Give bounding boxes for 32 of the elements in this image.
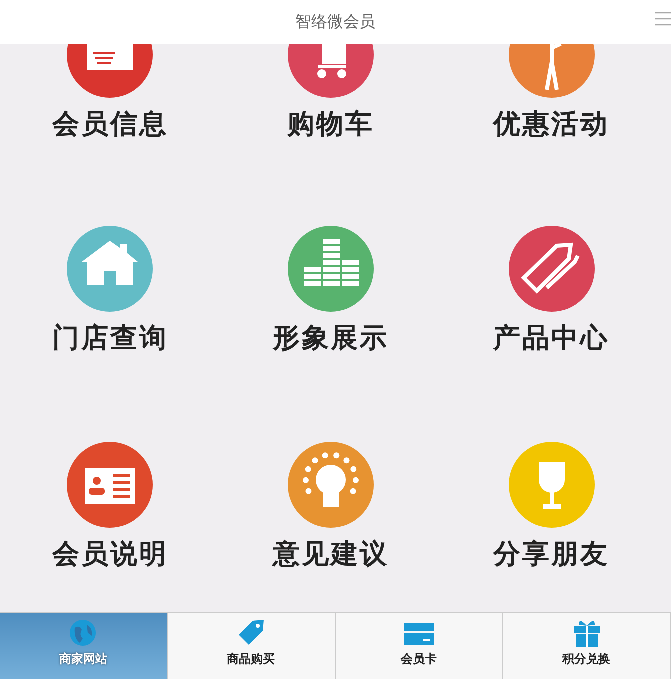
tile-label[interactable]: 优惠活动 xyxy=(494,108,610,142)
bar-chart-icon xyxy=(304,239,359,286)
tile-label[interactable]: 会员说明 xyxy=(52,538,168,572)
tile-icon[interactable] xyxy=(508,442,595,528)
tile-icon[interactable] xyxy=(288,44,374,98)
tile-label[interactable]: 形象展示 xyxy=(272,322,389,356)
app-title: 智络微会员 xyxy=(296,12,376,32)
globe-icon xyxy=(69,619,98,647)
tile-icon[interactable] xyxy=(508,44,595,98)
tile-label[interactable]: 分享朋友 xyxy=(494,538,610,572)
id-card-icon xyxy=(85,468,136,504)
light-bulb-icon xyxy=(303,452,359,507)
price-tags-icon xyxy=(520,242,580,294)
gift-icon xyxy=(572,619,601,647)
tile-icon[interactable] xyxy=(67,442,154,528)
tile-icon[interactable] xyxy=(67,44,154,98)
tile-label[interactable]: 购物车 xyxy=(287,108,374,142)
nav-tab[interactable]: 商品购买 xyxy=(168,613,336,679)
tile-label[interactable]: 门店查询 xyxy=(52,322,168,356)
nav-tab[interactable]: 会员卡 xyxy=(336,613,504,679)
tag-icon xyxy=(237,619,266,647)
tile-label[interactable]: 产品中心 xyxy=(494,322,610,356)
tile-label[interactable]: 会员信息 xyxy=(52,108,168,142)
nav-tab[interactable]: 积分兑换 xyxy=(503,613,671,679)
tile-icon[interactable] xyxy=(67,226,154,312)
menu-icon[interactable] xyxy=(655,12,671,26)
tile-icon[interactable] xyxy=(288,442,374,528)
glass-icon xyxy=(538,462,565,509)
tile-label[interactable]: 意见建议 xyxy=(272,538,389,572)
tile-icon[interactable] xyxy=(288,226,374,312)
tile-icon[interactable] xyxy=(508,226,595,312)
home-icon xyxy=(82,241,138,285)
